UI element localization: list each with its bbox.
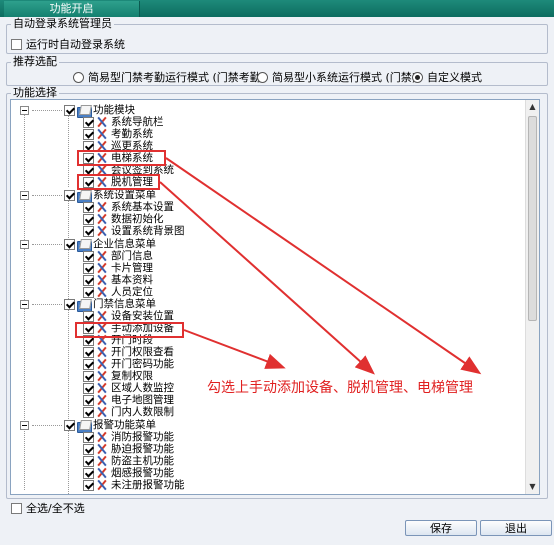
select-all-option[interactable]: 全选/全不选 [11, 500, 85, 516]
save-button[interactable]: 保存 [405, 520, 477, 536]
arrow-manual-add [183, 329, 286, 369]
exit-button[interactable]: 退出 [480, 520, 552, 536]
annotation-text: 勾选上手动添加设备、脱机管理、电梯管理 [207, 380, 473, 396]
select-all-label: 全选/全不选 [26, 502, 85, 515]
select-all-checkbox[interactable] [11, 502, 22, 514]
annotation-arrows [159, 157, 482, 375]
